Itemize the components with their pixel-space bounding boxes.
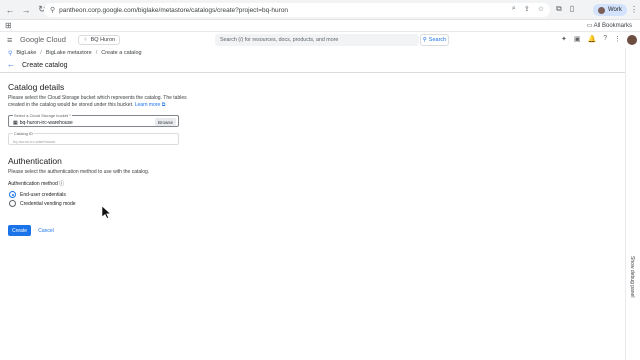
google-cloud-logo[interactable]: Google Cloud [20, 35, 66, 44]
settings-kebab-icon[interactable]: ⋮ [614, 35, 621, 43]
profile-label: Work [608, 7, 622, 13]
extensions-icon[interactable]: ⧉ [556, 4, 562, 14]
bucket-field[interactable]: Select a Cloud Storage bucket * ▦ bq-hur… [8, 113, 179, 127]
catalog-id-field[interactable]: Catalog ID bq-huron-irc-warehouse [8, 131, 179, 145]
bookmarks-bar: ⊞ ▭ All Bookmarks [0, 20, 640, 32]
search-input[interactable]: Search (/) for resources, docs, products… [215, 34, 419, 46]
forward-arrow-icon[interactable]: → [20, 4, 32, 16]
catalog-description-line1: Please select the Cloud Storage bucket w… [8, 95, 187, 101]
radio-label-end-user: End-user credentials [20, 191, 66, 198]
search-button-label: Search [428, 37, 447, 43]
auth-method-label-text: Authentication method [8, 181, 58, 187]
radio-credential-vending[interactable]: Credential vending mode [9, 200, 76, 207]
console-header: ≡ Google Cloud ⁘ BQ Huron Search (/) for… [0, 32, 640, 48]
learn-more-link[interactable]: Learn more ⧉ [135, 102, 166, 108]
back-arrow-icon[interactable]: ← [4, 4, 16, 16]
project-dots-icon: ⁘ [83, 37, 88, 43]
notifications-icon[interactable]: 🔔 [588, 35, 597, 43]
catalog-description: Please select the Cloud Storage bucket w… [8, 95, 187, 109]
browser-menu-icon[interactable]: ⋮ [630, 5, 638, 14]
auth-description: Please select the authentication method … [8, 169, 150, 175]
site-info-icon[interactable]: ⚲ [50, 6, 55, 14]
breadcrumb: ⚲ BigLake / BigLake metastore / Create a… [0, 48, 640, 58]
radio-button-checked[interactable] [9, 191, 16, 198]
share-icon[interactable]: ⇪ [524, 5, 530, 13]
address-url: pantheon.corp.google.com/biglake/metasto… [59, 6, 289, 14]
cloud-shell-icon[interactable]: ▣ [574, 35, 581, 43]
page-title: Create catalog [22, 62, 68, 69]
breadcrumb-separator: / [40, 50, 42, 56]
project-picker[interactable]: ⁘ BQ Huron [78, 35, 121, 45]
all-bookmarks-label: All Bookmarks [593, 23, 632, 29]
biglake-icon: ⚲ [8, 50, 13, 57]
account-avatar[interactable] [627, 35, 637, 45]
cancel-button[interactable]: Cancel [35, 225, 57, 236]
page-title-bar: ← Create catalog [0, 59, 640, 73]
breadcrumb-separator: / [95, 50, 98, 56]
search-placeholder: Search (/) for resources, docs, products… [220, 37, 339, 43]
back-arrow-icon[interactable]: ← [7, 60, 15, 69]
address-bar[interactable]: ⚲ pantheon.corp.google.com/biglake/metas… [44, 3, 550, 17]
side-panel-icon[interactable]: ▯ [570, 4, 574, 14]
profile-button[interactable]: Work [593, 4, 627, 16]
radio-end-user-credentials[interactable]: End-user credentials [9, 191, 66, 198]
auth-method-label: Authentication method ⓘ [8, 181, 64, 188]
create-button[interactable]: Create [8, 225, 31, 236]
breadcrumb-item-metastore[interactable]: BigLake metastore [46, 50, 92, 56]
catalog-id-placeholder: bq-huron-irc-warehouse [13, 139, 56, 144]
hamburger-menu-icon[interactable]: ≡ [7, 35, 12, 45]
bucket-icon: ▦ [13, 120, 18, 126]
radio-button[interactable] [9, 200, 16, 207]
catalog-id-label: Catalog ID [13, 131, 34, 136]
breadcrumb-item-create-catalog: Create a catalog [101, 50, 142, 56]
bucket-field-label: Select a Cloud Storage bucket * [13, 113, 72, 118]
learn-more-label: Learn more [134, 102, 161, 108]
bucket-value: bq-huron-irc-warehouse [19, 120, 73, 126]
breadcrumb-item-biglake[interactable]: BigLake [16, 50, 36, 56]
radio-label-credential-vending: Credential vending mode [20, 200, 76, 207]
gemini-icon[interactable]: ✦ [561, 35, 567, 43]
bookmark-star-icon[interactable]: ☆ [538, 5, 544, 13]
project-name: BQ Huron [90, 37, 116, 43]
browse-button[interactable]: Browse [154, 118, 176, 126]
all-bookmarks-link[interactable]: ▭ All Bookmarks [587, 22, 632, 29]
profile-avatar [598, 6, 605, 14]
search-icon: ⚲ [422, 37, 427, 43]
debug-side-panel: Show debug panel [625, 48, 640, 360]
search-button[interactable]: ⚲ Search [420, 34, 449, 46]
help-icon[interactable]: ? [603, 35, 607, 43]
show-debug-panel-toggle[interactable]: Show debug panel [629, 256, 635, 297]
catalog-details-heading: Catalog details [8, 82, 65, 92]
catalog-description-line2: created in the catalog would be stored u… [8, 102, 134, 108]
help-circle-icon[interactable]: ⓘ [59, 181, 64, 187]
apps-grid-icon[interactable]: ⊞ [5, 21, 12, 30]
mouse-cursor-icon [102, 206, 111, 219]
authentication-heading: Authentication [8, 156, 62, 166]
browser-toolbar: ← → ↻ ⚲ pantheon.corp.google.com/biglake… [0, 0, 640, 20]
zoom-icon[interactable]: ⌕ [512, 5, 516, 13]
